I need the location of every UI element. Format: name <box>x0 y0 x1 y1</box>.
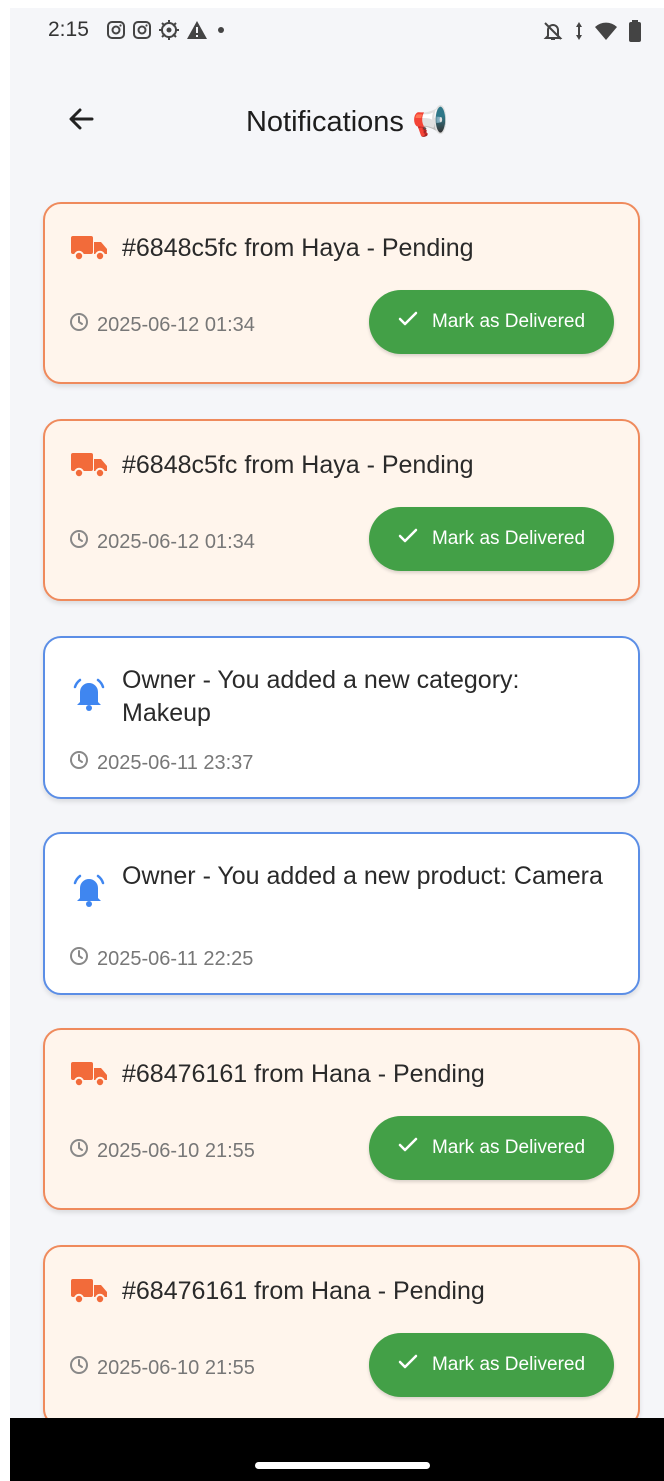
app-bar: Notifications 📢 <box>10 88 664 156</box>
notification-title: #6848c5fc from Haya - Pending <box>122 451 474 479</box>
notification-timestamp: 2025-06-11 22:25 <box>69 946 253 972</box>
settings-icon <box>158 19 180 41</box>
truck-icon <box>69 449 109 481</box>
mark-as-delivered-button[interactable]: Mark as Delivered <box>369 507 614 571</box>
notification-timestamp: 2025-06-12 01:34 <box>69 529 255 555</box>
status-bar: 2:15 <box>10 8 664 52</box>
notification-card-order[interactable]: #68476161 from Hana - Pending 2025-06-10… <box>43 1028 640 1210</box>
notification-timestamp: 2025-06-10 21:55 <box>69 1355 255 1381</box>
notification-title: Owner - You added a new category: Makeup <box>122 666 520 727</box>
page-title: Notifications 📢 <box>245 106 449 138</box>
clock-icon <box>69 1355 89 1381</box>
timestamp-text: 2025-06-11 23:37 <box>97 751 254 774</box>
notification-title: #68476161 from Hana - Pending <box>122 1060 485 1088</box>
bell-icon <box>69 874 109 907</box>
mark-as-delivered-button[interactable]: Mark as Delivered <box>369 290 614 354</box>
button-label: Mark as Delivered <box>431 528 586 549</box>
check-icon <box>398 1137 418 1159</box>
notification-title: #6848c5fc from Haya - Pending <box>122 234 474 262</box>
status-left-icons <box>106 19 228 41</box>
timestamp-text: 2025-06-12 01:34 <box>97 530 255 553</box>
timestamp-text: 2025-06-12 01:34 <box>97 313 255 336</box>
notification-card-order[interactable]: #6848c5fc from Haya - Pending 2025-06-12… <box>43 419 640 601</box>
notification-title: #68476161 from Hana - Pending <box>122 1277 485 1305</box>
dot-icon <box>214 20 228 40</box>
notification-timestamp: 2025-06-11 23:37 <box>69 750 253 776</box>
bell-icon <box>69 678 109 711</box>
data-arrows-icon <box>574 20 584 42</box>
notification-card-info[interactable]: Owner - You added a new category: Makeup… <box>43 636 640 799</box>
clock-icon <box>69 750 89 776</box>
status-right-icons <box>542 19 642 43</box>
status-time: 2:15 <box>48 18 89 41</box>
notification-card-order[interactable]: #6848c5fc from Haya - Pending 2025-06-12… <box>43 202 640 384</box>
check-icon <box>398 528 418 550</box>
instagram-icon <box>132 20 152 40</box>
app-screen: 2:15 Notifications 📢 #6848c5fc from Haya… <box>10 8 664 1418</box>
clock-icon <box>69 529 89 555</box>
notification-card-order[interactable]: #68476161 from Hana - Pending 2025-06-10… <box>43 1245 640 1418</box>
button-label: Mark as Delivered <box>431 311 586 332</box>
clock-icon <box>69 946 89 972</box>
check-icon <box>398 1354 418 1376</box>
warning-icon <box>186 20 208 40</box>
clock-icon <box>69 312 89 338</box>
notification-timestamp: 2025-06-10 21:55 <box>69 1138 255 1164</box>
button-label: Mark as Delivered <box>431 1137 586 1158</box>
truck-icon <box>69 1275 109 1307</box>
timestamp-text: 2025-06-11 22:25 <box>97 947 254 970</box>
mark-as-delivered-button[interactable]: Mark as Delivered <box>369 1333 614 1397</box>
truck-icon <box>69 1058 109 1090</box>
notification-card-info[interactable]: Owner - You added a new product: Camera … <box>43 832 640 995</box>
home-indicator[interactable] <box>255 1462 430 1469</box>
truck-icon <box>69 232 109 264</box>
button-label: Mark as Delivered <box>431 1354 586 1375</box>
mark-as-delivered-button[interactable]: Mark as Delivered <box>369 1116 614 1180</box>
instagram-icon <box>106 20 126 40</box>
timestamp-text: 2025-06-10 21:55 <box>97 1139 255 1162</box>
clock-icon <box>69 1138 89 1164</box>
timestamp-text: 2025-06-10 21:55 <box>97 1356 255 1379</box>
check-icon <box>398 311 418 333</box>
battery-icon <box>628 19 642 43</box>
notification-title: Owner - You added a new product: Camera <box>122 862 603 890</box>
notification-timestamp: 2025-06-12 01:34 <box>69 312 255 338</box>
bell-off-icon <box>542 20 564 42</box>
wifi-icon <box>594 21 618 41</box>
system-nav-bar <box>10 1418 664 1481</box>
